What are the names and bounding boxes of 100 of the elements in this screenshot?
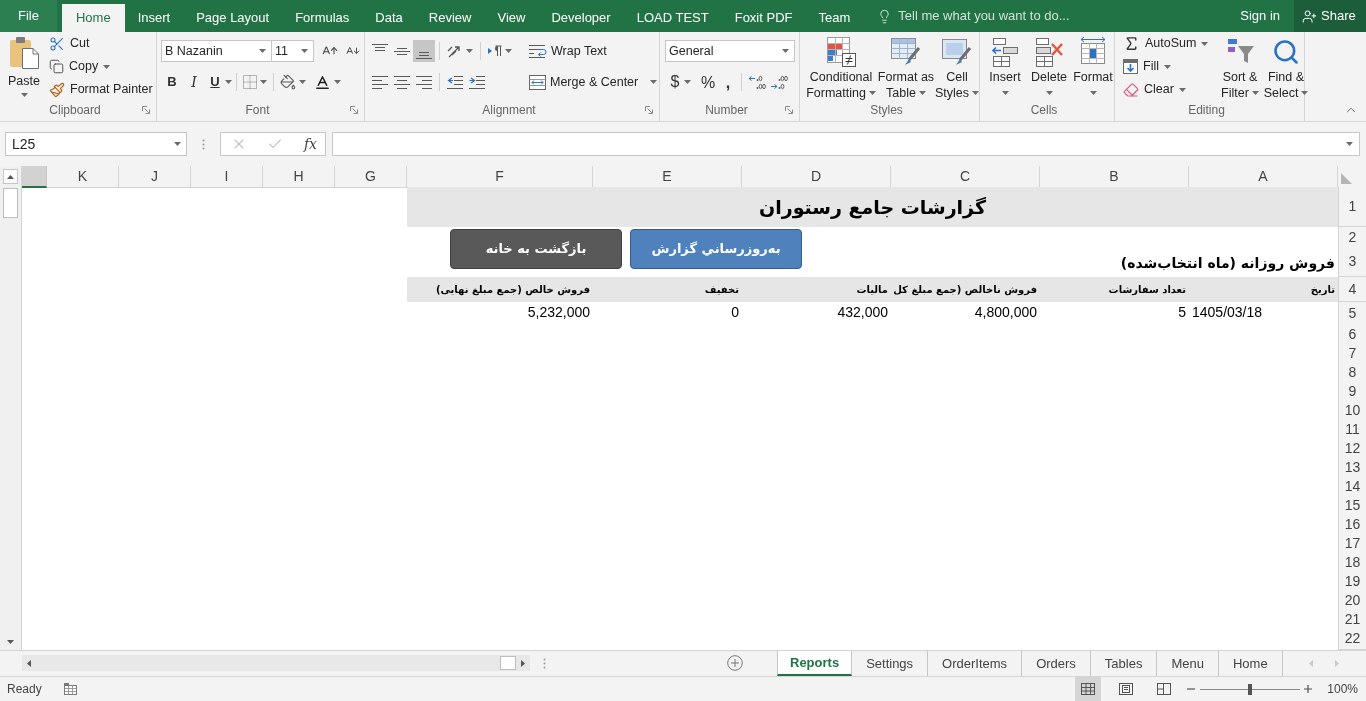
vertical-dots-icon[interactable] xyxy=(202,139,205,150)
column-header[interactable]: F xyxy=(407,166,593,188)
copy-button[interactable]: Copy xyxy=(47,55,155,78)
fill-button[interactable]: Fill xyxy=(1121,55,1217,78)
find-select-button[interactable]: Find & Select xyxy=(1263,32,1309,102)
row-header[interactable]: 9 xyxy=(1338,381,1366,403)
horizontal-scrollbar[interactable] xyxy=(22,655,530,671)
scrollbar-thumb[interactable] xyxy=(500,656,516,670)
vertical-align-button[interactable] xyxy=(413,40,435,62)
row-header[interactable]: 16 xyxy=(1338,514,1366,536)
ribbon-tab[interactable]: Home xyxy=(61,4,125,32)
number-format-field[interactable]: General xyxy=(665,40,795,62)
row-header[interactable]: 19 xyxy=(1338,571,1366,593)
row-header[interactable]: 4 xyxy=(1338,277,1366,302)
column-header[interactable]: I xyxy=(191,166,263,188)
italic-button[interactable]: I xyxy=(183,71,205,93)
row-header[interactable]: 15 xyxy=(1338,495,1366,517)
sheet-button[interactable]: بازگشت به خانه xyxy=(450,229,622,269)
row-header[interactable]: 10 xyxy=(1338,400,1366,422)
merge-center-button[interactable]: Merge & Center xyxy=(527,71,660,93)
dialog-launcher-icon[interactable] xyxy=(142,106,150,114)
up-arrow-icon[interactable] xyxy=(7,174,14,179)
delete-button[interactable]: Delete xyxy=(1027,32,1071,102)
column-header[interactable]: A xyxy=(1189,166,1338,188)
ribbon-tab[interactable]: View xyxy=(484,4,539,32)
font-name-field[interactable]: B Nazanin xyxy=(161,40,272,62)
share-button[interactable]: Share xyxy=(1294,0,1366,32)
column-header[interactable]: H xyxy=(263,166,335,188)
paste-button[interactable]: Paste xyxy=(3,32,45,102)
sheet-tab[interactable]: Reports xyxy=(777,651,853,676)
row-header[interactable]: 11 xyxy=(1338,419,1366,441)
row-header[interactable]: 22 xyxy=(1338,628,1366,650)
format-button[interactable]: Format xyxy=(1071,32,1115,102)
dialog-launcher-icon[interactable] xyxy=(645,106,653,114)
dialog-launcher-icon[interactable] xyxy=(350,106,358,114)
slider-thumb[interactable] xyxy=(1248,683,1253,695)
zoom-level[interactable]: 100% xyxy=(1327,680,1358,698)
percent-button[interactable]: % xyxy=(697,71,719,93)
scrollbar-thumb[interactable] xyxy=(3,188,18,218)
sort-filter-button[interactable]: Sort & Filter xyxy=(1217,32,1263,102)
row-header[interactable]: 18 xyxy=(1338,552,1366,574)
row-header[interactable]: 13 xyxy=(1338,457,1366,479)
row-header[interactable]: 8 xyxy=(1338,362,1366,384)
name-box[interactable]: L25 xyxy=(5,132,187,156)
right-arrow-icon[interactable] xyxy=(521,659,525,667)
cut-button[interactable]: Cut xyxy=(47,32,155,55)
plus-circle-icon[interactable] xyxy=(727,655,743,671)
column-header[interactable]: G xyxy=(335,166,407,188)
ribbon-tab[interactable]: Insert xyxy=(124,4,184,32)
ribbon-tab[interactable]: Formulas xyxy=(282,4,363,32)
column-header[interactable]: D xyxy=(742,166,891,188)
column-header[interactable]: K xyxy=(47,166,119,188)
down-arrow-icon[interactable] xyxy=(7,639,14,644)
vertical-dots-icon[interactable] xyxy=(543,658,546,669)
sign-in-link[interactable]: Sign in xyxy=(1226,0,1294,32)
insert-button[interactable]: Insert xyxy=(983,32,1027,102)
row-header[interactable]: 21 xyxy=(1338,609,1366,631)
row-header[interactable]: 6 xyxy=(1338,324,1366,346)
insert-function-button[interactable]: fx xyxy=(303,137,317,151)
dialog-launcher-icon[interactable] xyxy=(785,106,793,114)
ribbon-tab[interactable]: Developer xyxy=(538,4,624,32)
autosum-button[interactable]: AutoSum xyxy=(1121,32,1217,55)
left-arrow-icon[interactable] xyxy=(27,659,31,667)
underline-button[interactable]: U xyxy=(205,71,225,93)
row-header[interactable]: 5 xyxy=(1338,302,1366,325)
row-header[interactable]: 20 xyxy=(1338,590,1366,612)
clear-button[interactable]: Clear xyxy=(1121,78,1217,101)
ribbon-tab[interactable]: Data xyxy=(362,4,416,32)
column-header[interactable]: J xyxy=(119,166,191,188)
row-header[interactable]: 2 xyxy=(1338,227,1366,249)
column-header[interactable]: B xyxy=(1040,166,1189,188)
bold-button[interactable]: B xyxy=(161,71,183,93)
view-button[interactable] xyxy=(1075,677,1102,701)
row-header[interactable]: 12 xyxy=(1338,438,1366,460)
comma-style-button[interactable]: , xyxy=(719,71,737,93)
spreadsheet-icon[interactable] xyxy=(63,683,77,695)
minus-icon[interactable] xyxy=(1187,685,1196,693)
format-painter-button[interactable]: Format Painter xyxy=(47,78,155,101)
file-tab[interactable]: File xyxy=(0,0,57,32)
selected-column-header[interactable] xyxy=(22,166,47,188)
ribbon-tab[interactable]: Review xyxy=(415,4,485,32)
row-header[interactable]: 1 xyxy=(1338,187,1366,227)
format-as-table-button[interactable]: Format as Table xyxy=(877,32,935,102)
row-header[interactable]: 17 xyxy=(1338,533,1366,555)
conditional-formatting-button[interactable]: Conditional Formatting xyxy=(805,32,877,102)
plus-icon[interactable] xyxy=(1304,685,1313,693)
row-header[interactable]: 3 xyxy=(1338,246,1366,277)
ribbon-tab[interactable]: Page Layout xyxy=(183,4,283,32)
row-header[interactable]: 7 xyxy=(1338,343,1366,365)
currency-button[interactable]: $ xyxy=(665,71,697,93)
wrap-text-button[interactable]: Wrap Text xyxy=(527,40,660,62)
zoom-slider[interactable] xyxy=(1200,683,1301,695)
ribbon-tab[interactable]: Team xyxy=(805,4,864,32)
row-header[interactable]: 14 xyxy=(1338,476,1366,498)
formula-field[interactable] xyxy=(332,132,1360,156)
font-size-field[interactable]: 11 xyxy=(271,40,314,62)
cell-styles-button[interactable]: Cell Styles xyxy=(935,32,979,102)
column-header[interactable]: E xyxy=(593,166,742,188)
ribbon-tab[interactable]: LOAD TEST xyxy=(623,4,722,32)
vertical-scrollbar[interactable] xyxy=(0,166,22,650)
